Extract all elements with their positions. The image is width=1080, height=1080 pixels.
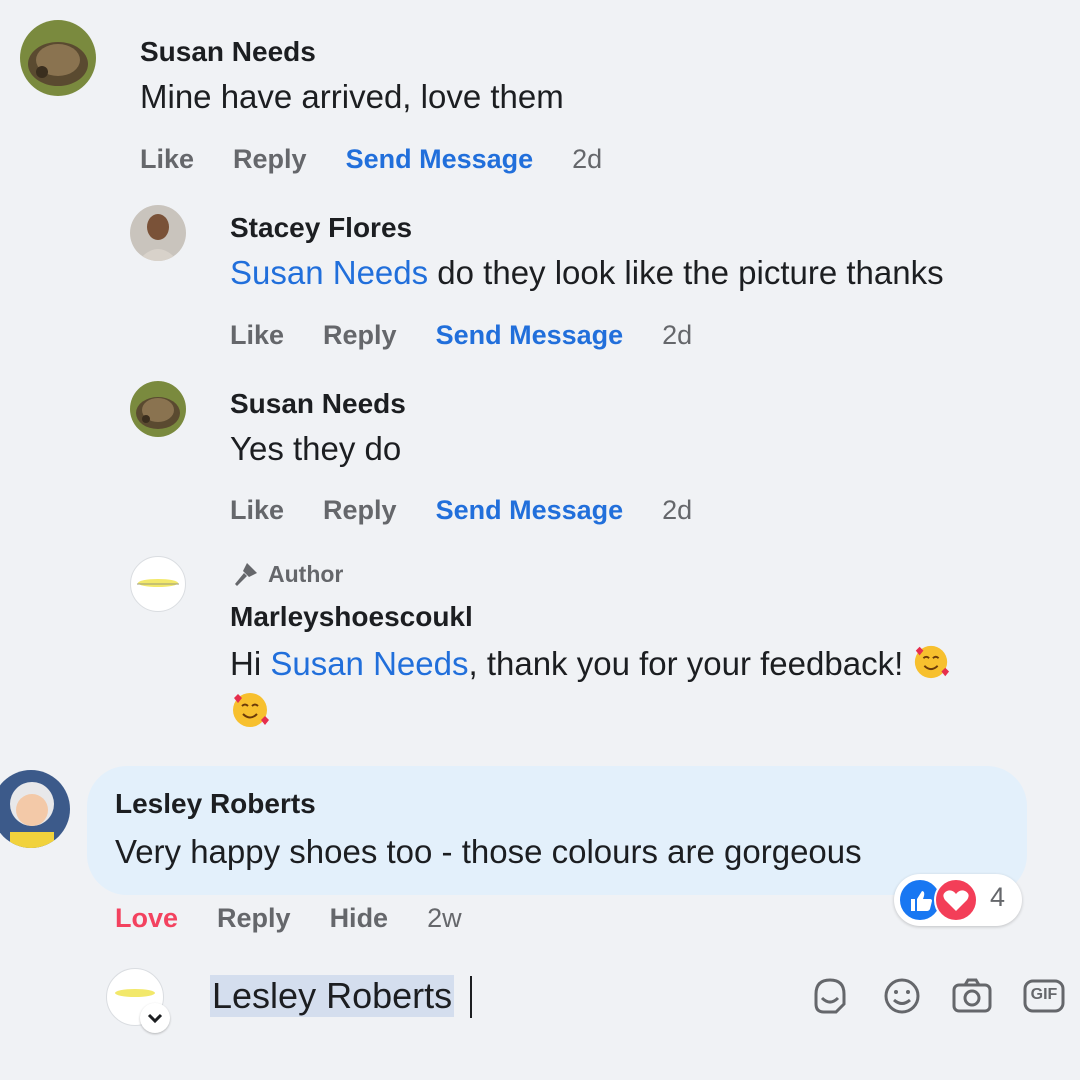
love-reaction-icon — [934, 878, 978, 922]
comment-actions: Love Reply Hide 2w — [115, 903, 462, 934]
send-message-button[interactable]: Send Message — [436, 320, 624, 351]
comment-text: Very happy shoes too - those colours are… — [115, 833, 862, 870]
comment-body: do they look like the picture thanks — [428, 254, 944, 291]
gif-icon-label: GIF — [1030, 986, 1058, 1003]
camera-icon[interactable] — [950, 974, 994, 1018]
comment-actions: Like Reply Send Message 2d — [230, 495, 692, 526]
comment-author[interactable]: Stacey Flores — [230, 212, 412, 244]
mention-link[interactable]: Susan Needs — [270, 645, 468, 682]
comment-text: Mine have arrived, love them — [140, 78, 564, 115]
comment-timestamp[interactable]: 2d — [662, 495, 692, 526]
love-button[interactable]: Love — [115, 903, 178, 934]
comment-input[interactable]: Lesley Roberts — [210, 975, 455, 1017]
brand-logo-image — [137, 579, 179, 587]
comment-text: Hi Susan Needs, thank you for your feedb… — [230, 643, 950, 683]
like-button[interactable]: Like — [230, 495, 284, 526]
comment-actions: Like Reply Send Message 2d — [230, 320, 692, 351]
avatar-lesley-roberts[interactable] — [0, 770, 70, 848]
gif-icon[interactable]: GIF — [1022, 974, 1066, 1018]
sticker-icon[interactable] — [808, 974, 852, 1018]
author-badge: Author — [230, 560, 343, 588]
comment-body-prefix: Hi — [230, 645, 271, 682]
smiling-face-with-hearts-emoji — [233, 693, 269, 727]
avatar-marleyshoes[interactable] — [130, 556, 186, 612]
reply-button[interactable]: Reply — [323, 495, 397, 526]
comment-text: Susan Needs do they look like the pictur… — [230, 254, 944, 292]
comment-author[interactable]: Lesley Roberts — [115, 788, 316, 820]
comment-timestamp[interactable]: 2d — [572, 144, 602, 175]
send-message-button[interactable]: Send Message — [346, 144, 534, 175]
hedgehog-avatar-image — [20, 20, 96, 96]
text-caret — [470, 976, 472, 1018]
comment-author[interactable]: Susan Needs — [230, 388, 406, 420]
mention-link[interactable]: Susan Needs — [230, 254, 428, 291]
reply-button[interactable]: Reply — [233, 144, 307, 175]
comment-bubble — [87, 766, 1027, 895]
send-message-button[interactable]: Send Message — [436, 495, 624, 526]
comment-timestamp[interactable]: 2w — [427, 903, 462, 934]
like-button[interactable]: Like — [140, 144, 194, 175]
reaction-count: 4 — [990, 882, 1006, 912]
avatar-stacey-flores[interactable] — [130, 205, 186, 261]
reply-button[interactable]: Reply — [217, 903, 291, 934]
comment-author[interactable]: Marleyshoescoukl — [230, 601, 473, 633]
avatar-susan-needs[interactable] — [20, 20, 96, 96]
avatar-susan-needs[interactable] — [130, 381, 186, 437]
author-badge-label: Author — [268, 560, 344, 587]
emoji-icon[interactable] — [880, 974, 924, 1018]
microphone-icon — [235, 563, 257, 586]
comment-actions: Like Reply Send Message 2d — [140, 144, 602, 175]
like-button[interactable]: Like — [230, 320, 284, 351]
reply-button[interactable]: Reply — [323, 320, 397, 351]
smiling-face-with-hearts-emoji — [915, 645, 950, 679]
hedgehog-avatar-image — [130, 381, 186, 437]
hide-button[interactable]: Hide — [330, 903, 389, 934]
comment-text: Yes they do — [230, 430, 402, 467]
memoji-avatar-image — [0, 770, 70, 848]
comment-body: , thank you for your feedback! — [468, 645, 913, 682]
person-avatar-image — [130, 205, 186, 261]
reactions-summary[interactable]: 4 — [894, 874, 1022, 926]
comment-author[interactable]: Susan Needs — [140, 36, 316, 68]
profile-switch-chevron-icon[interactable] — [140, 1003, 170, 1033]
comment-timestamp[interactable]: 2d — [662, 320, 692, 351]
